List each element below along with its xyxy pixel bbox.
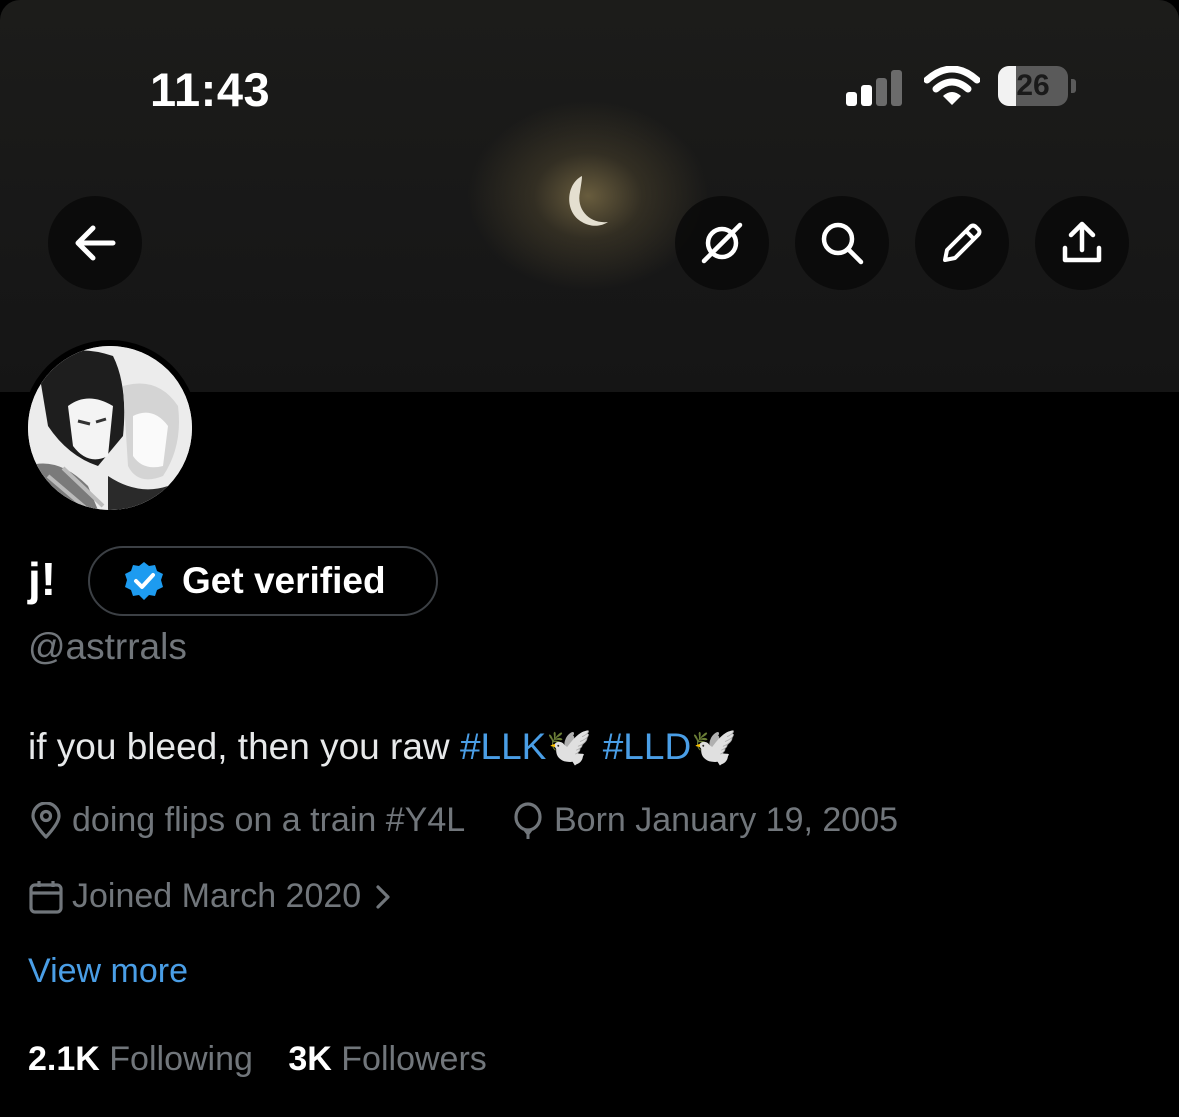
arrow-left-icon [75, 225, 116, 261]
view-more-link[interactable]: View more [28, 952, 188, 991]
location-text: doing flips on a train #Y4L [72, 801, 466, 839]
profile-bio: if you bleed, then you raw #LLK🕊️ #LLD🕊️ [28, 726, 737, 769]
balloon-icon [514, 801, 542, 839]
avatar-image [28, 346, 192, 510]
joined-text: Joined March 2020 [72, 877, 362, 915]
followers-link[interactable]: 3K Followers [288, 1040, 486, 1078]
grok-button[interactable] [675, 196, 769, 290]
profile-handle: @astrrals [28, 626, 187, 667]
dove-emoji: 🕊️ [691, 726, 738, 767]
edit-button[interactable] [915, 196, 1009, 290]
cellular-signal-icon [846, 70, 906, 106]
following-count: 2.1K [28, 1040, 100, 1078]
followers-count: 3K [288, 1040, 332, 1078]
chevron-right-icon [376, 884, 390, 909]
avatar[interactable] [22, 340, 198, 516]
profile-birthday: Born January 19, 2005 [510, 801, 898, 840]
birthday-text: Born January 19, 2005 [554, 801, 899, 839]
pencil-icon [943, 223, 982, 262]
location-pin-icon [31, 801, 61, 839]
crescent-moon-image [569, 176, 608, 226]
verified-badge-icon [125, 562, 163, 600]
battery-icon: 26 [998, 66, 1076, 106]
get-verified-label: Get verified [182, 560, 386, 601]
following-link[interactable]: 2.1K Following [28, 1040, 253, 1078]
search-button[interactable] [795, 196, 889, 290]
followers-label: Followers [341, 1040, 487, 1078]
grok-icon [701, 222, 743, 264]
battery-level: 26 [1016, 69, 1050, 102]
dove-emoji: 🕊️ [546, 726, 593, 767]
search-icon [821, 222, 864, 265]
share-button[interactable] [1035, 196, 1129, 290]
get-verified-button[interactable]: Get verified [88, 546, 438, 616]
profile-stats: 2.1K Following 3K Followers [28, 1040, 487, 1079]
profile-joined[interactable]: Joined March 2020 [28, 877, 401, 916]
wifi-icon [924, 66, 980, 105]
bio-text: if you bleed, then you raw [28, 726, 460, 767]
hashtag-lld[interactable]: #LLD [603, 726, 691, 767]
back-button[interactable] [48, 196, 142, 290]
share-icon [1062, 221, 1102, 263]
following-label: Following [109, 1040, 253, 1078]
status-time: 11:43 [150, 63, 271, 116]
calendar-icon [29, 880, 63, 914]
hashtag-llk[interactable]: #LLK [460, 726, 546, 767]
profile-location: doing flips on a train #Y4L [28, 801, 465, 840]
profile-banner[interactable] [0, 0, 1179, 392]
display-name: j! [28, 553, 57, 605]
